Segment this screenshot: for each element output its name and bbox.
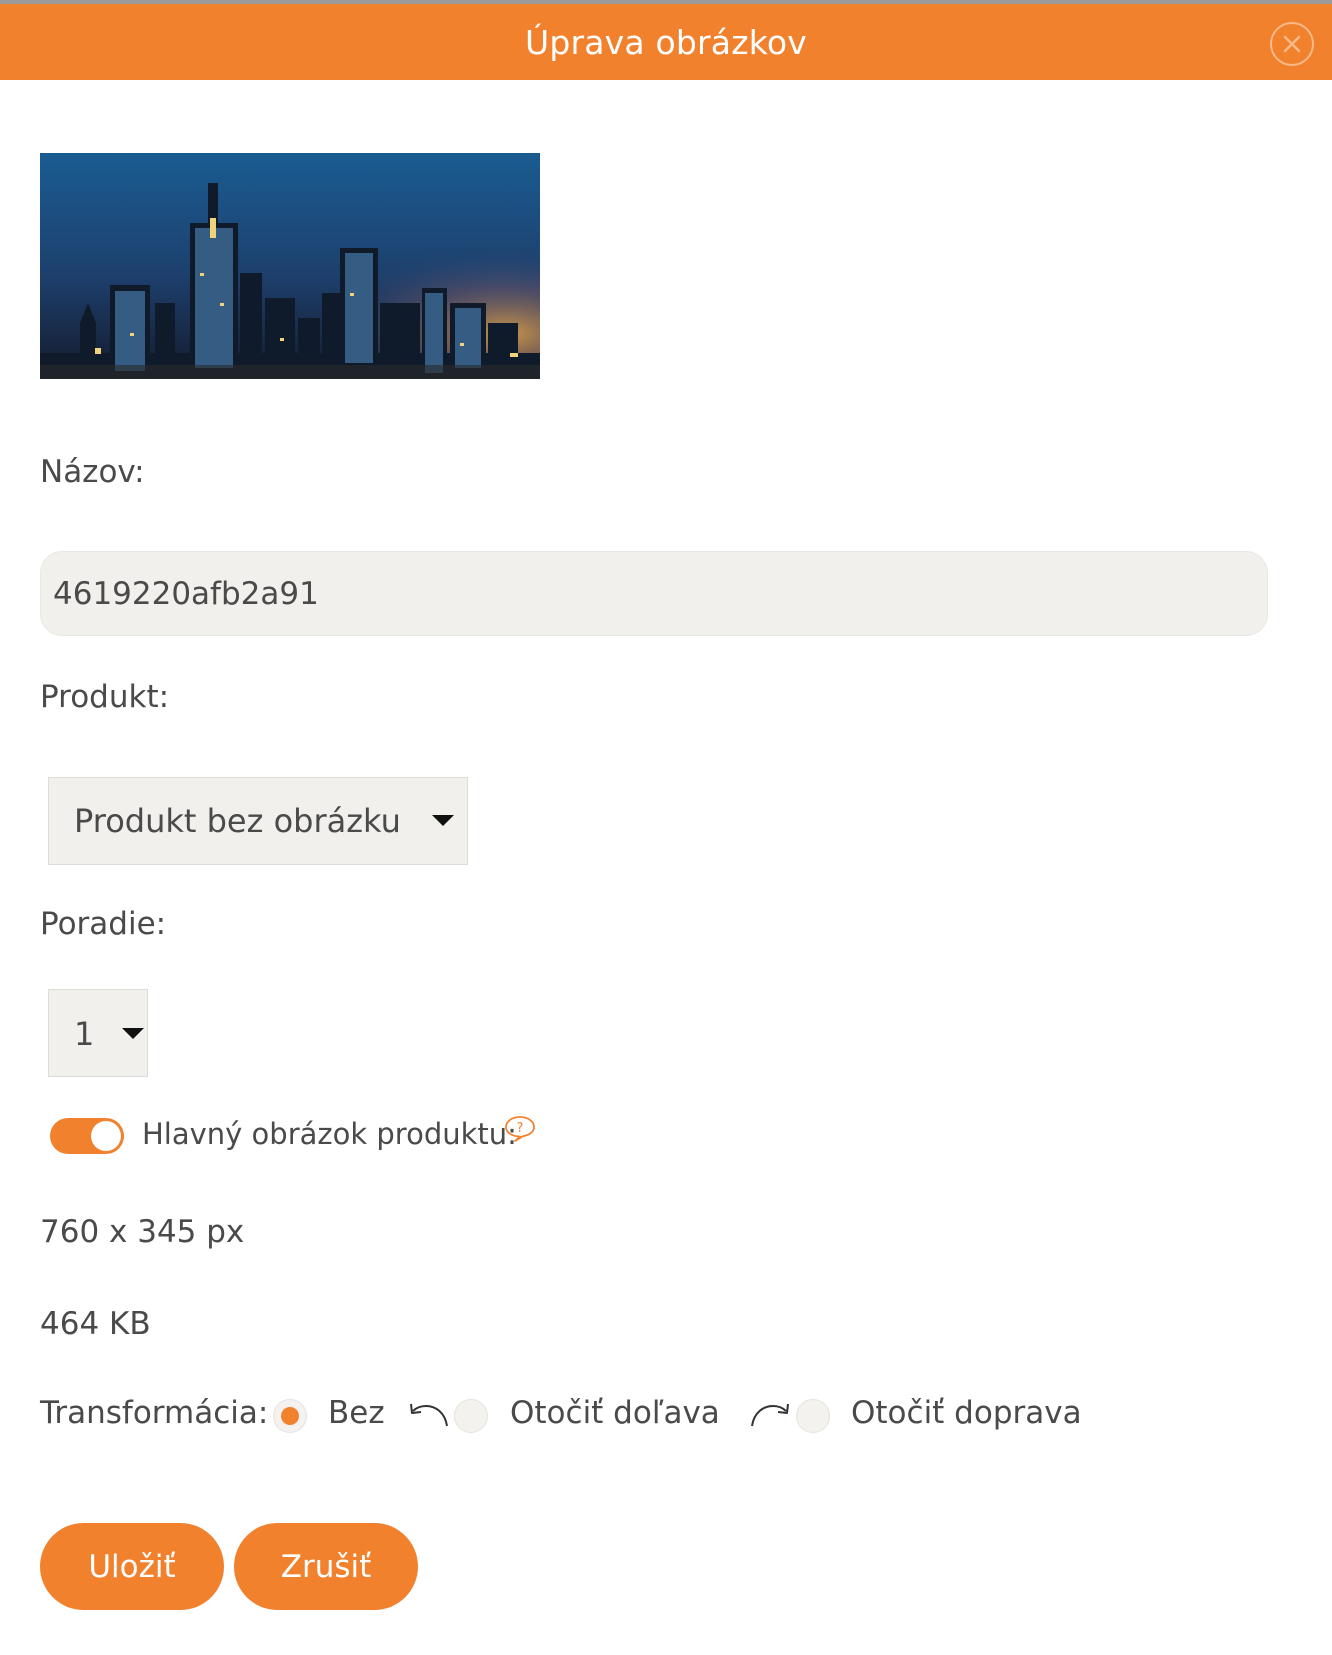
main-image-label: Hlavný obrázok produktu: [142, 1117, 517, 1151]
transform-rotate-right-label[interactable]: Otočiť doprava [851, 1395, 1082, 1431]
transform-rotate-left-label[interactable]: Otočiť doľava [510, 1395, 720, 1431]
close-button[interactable] [1270, 22, 1314, 66]
order-select-value: 1 [74, 1015, 95, 1053]
dialog-title: Úprava obrázkov [524, 23, 808, 62]
close-icon [1283, 35, 1301, 53]
name-input[interactable] [40, 551, 1268, 636]
transform-rotate-left-radio[interactable] [454, 1399, 488, 1433]
name-label: Názov: [40, 454, 145, 490]
product-select[interactable]: Produkt bez obrázku [48, 777, 468, 865]
order-label: Poradie: [40, 906, 167, 942]
transform-rotate-right-radio[interactable] [796, 1399, 830, 1433]
chevron-down-icon [122, 1028, 144, 1039]
product-select-value: Produkt bez obrázku [74, 802, 401, 840]
rotate-left-icon [410, 1403, 448, 1427]
image-file-size: 464 KB [40, 1306, 151, 1342]
rotate-right-icon [751, 1403, 789, 1427]
image-dimensions: 760 x 345 px [40, 1214, 245, 1250]
svg-text:?: ? [517, 1121, 524, 1136]
chevron-down-icon [432, 815, 454, 826]
image-preview [40, 153, 540, 379]
cancel-button[interactable]: Zrušiť [234, 1523, 418, 1610]
save-button[interactable]: Uložiť [40, 1523, 224, 1610]
transform-none-radio[interactable] [273, 1399, 307, 1433]
order-select[interactable]: 1 [48, 989, 148, 1077]
transform-none-label[interactable]: Bez [328, 1395, 385, 1431]
toggle-knob [91, 1121, 121, 1151]
help-icon[interactable]: ? [504, 1115, 536, 1143]
transform-label: Transformácia: [40, 1395, 269, 1431]
main-image-toggle[interactable] [50, 1118, 124, 1154]
product-label: Produkt: [40, 679, 170, 715]
dialog-header: Úprava obrázkov [0, 4, 1332, 80]
